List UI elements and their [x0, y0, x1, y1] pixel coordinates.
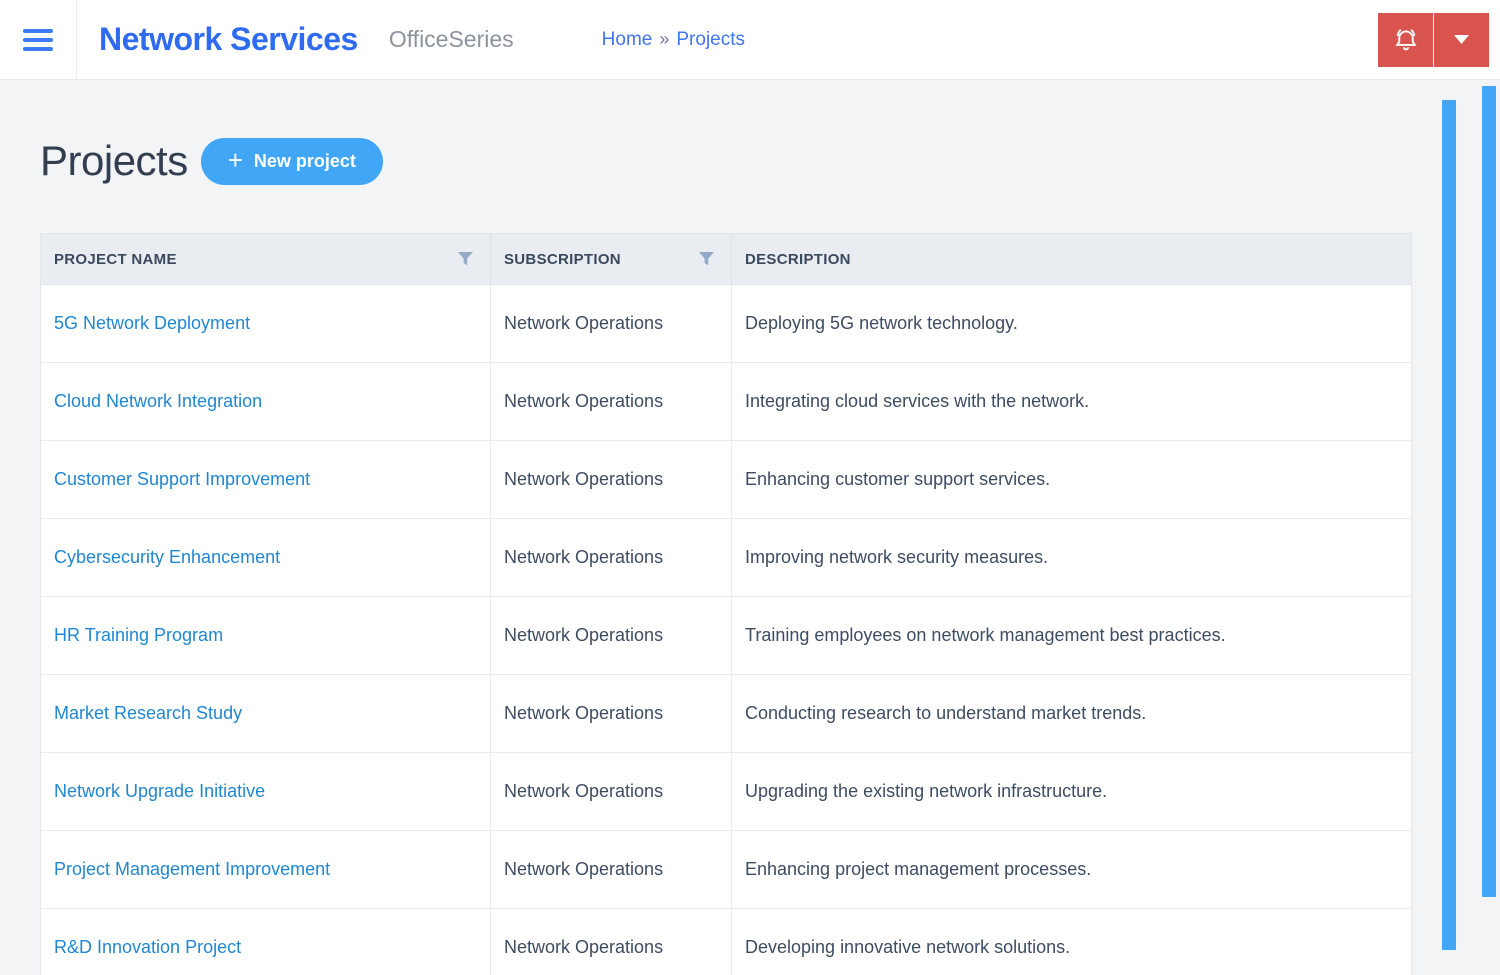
- page-title: Projects: [40, 137, 188, 185]
- subscription-cell: Network Operations: [491, 441, 732, 519]
- project-name-cell: Cloud Network Integration: [41, 363, 491, 441]
- project-name-link[interactable]: Project Management Improvement: [54, 859, 330, 879]
- table-row: Customer Support Improvement Network Oper…: [41, 441, 1412, 519]
- table-header-row: PROJECT NAME SUBSCRIPTION DESCRIPTION: [41, 234, 1412, 285]
- suite-name: OfficeSeries: [389, 26, 514, 53]
- description-cell: Improving network security measures.: [732, 519, 1412, 597]
- subscription-cell: Network Operations: [491, 285, 732, 363]
- description-cell: Enhancing customer support services.: [732, 441, 1412, 519]
- notifications-button[interactable]: [1378, 13, 1433, 67]
- project-name-cell: Network Upgrade Initiative: [41, 753, 491, 831]
- column-header-label: SUBSCRIPTION: [504, 251, 621, 268]
- table-row: HR Training Program Network OperationsTra…: [41, 597, 1412, 675]
- table-row: Network Upgrade Initiative Network Operat…: [41, 753, 1412, 831]
- projects-table-container: PROJECT NAME SUBSCRIPTION DESCRIPTION 5G…: [40, 233, 1412, 975]
- hamburger-icon: [23, 29, 53, 51]
- table-row: R&D Innovation Project Network Operations…: [41, 909, 1412, 975]
- filter-icon[interactable]: [457, 251, 474, 267]
- subscription-cell: Network Operations: [491, 753, 732, 831]
- description-cell: Integrating cloud services with the netw…: [732, 363, 1412, 441]
- column-header-subscription: SUBSCRIPTION: [491, 234, 732, 285]
- subscription-cell: Network Operations: [491, 597, 732, 675]
- column-header-description: DESCRIPTION: [732, 234, 1412, 285]
- header-actions: [1378, 13, 1489, 67]
- breadcrumb-home-link[interactable]: Home: [602, 29, 653, 51]
- description-cell: Deploying 5G network technology.: [732, 285, 1412, 363]
- project-name-link[interactable]: Network Upgrade Initiative: [54, 781, 265, 801]
- project-name-link[interactable]: HR Training Program: [54, 625, 223, 645]
- project-name-cell: HR Training Program: [41, 597, 491, 675]
- menu-button[interactable]: [0, 0, 77, 79]
- funnel-icon: [698, 251, 715, 267]
- subscription-cell: Network Operations: [491, 363, 732, 441]
- project-name-cell: Market Research Study: [41, 675, 491, 753]
- project-name-cell: Cybersecurity Enhancement: [41, 519, 491, 597]
- description-cell: Training employees on network management…: [732, 597, 1412, 675]
- project-name-cell: 5G Network Deployment: [41, 285, 491, 363]
- project-name-link[interactable]: 5G Network Deployment: [54, 313, 250, 333]
- project-name-cell: R&D Innovation Project: [41, 909, 491, 975]
- project-name-link[interactable]: Cybersecurity Enhancement: [54, 547, 280, 567]
- project-name-cell: Customer Support Improvement: [41, 441, 491, 519]
- breadcrumb: Home » Projects: [602, 29, 745, 51]
- project-name-link[interactable]: R&D Innovation Project: [54, 937, 241, 957]
- subscription-cell: Network Operations: [491, 909, 732, 975]
- description-cell: Developing innovative network solutions.: [732, 909, 1412, 975]
- table-row: Cloud Network Integration Network Operati…: [41, 363, 1412, 441]
- project-name-link[interactable]: Customer Support Improvement: [54, 469, 310, 489]
- subscription-cell: Network Operations: [491, 675, 732, 753]
- page-heading: Projects + New project: [40, 137, 1500, 185]
- new-project-label: New project: [254, 151, 356, 172]
- app-title: Network Services: [99, 21, 358, 58]
- table-row: Cybersecurity Enhancement Network Operati…: [41, 519, 1412, 597]
- column-header-label: DESCRIPTION: [745, 251, 851, 268]
- bell-icon: [1391, 25, 1421, 55]
- description-cell: Conducting research to understand market…: [732, 675, 1412, 753]
- top-header-bar: Network Services OfficeSeries Home » Pro…: [0, 0, 1500, 80]
- project-name-link[interactable]: Market Research Study: [54, 703, 242, 723]
- funnel-icon: [457, 251, 474, 267]
- project-name-cell: Project Management Improvement: [41, 831, 491, 909]
- outer-scrollbar-thumb[interactable]: [1482, 86, 1496, 897]
- subscription-cell: Network Operations: [491, 519, 732, 597]
- table-row: Project Management Improvement Network Op…: [41, 831, 1412, 909]
- inner-scrollbar-thumb[interactable]: [1442, 100, 1456, 950]
- projects-table: PROJECT NAME SUBSCRIPTION DESCRIPTION 5G…: [40, 233, 1412, 975]
- project-name-link[interactable]: Cloud Network Integration: [54, 391, 262, 411]
- caret-down-icon: [1454, 35, 1469, 44]
- column-header-project-name: PROJECT NAME: [41, 234, 491, 285]
- subscription-cell: Network Operations: [491, 831, 732, 909]
- breadcrumb-separator: »: [659, 29, 669, 50]
- description-cell: Upgrading the existing network infrastru…: [732, 753, 1412, 831]
- plus-icon: +: [228, 147, 243, 173]
- table-row: Market Research Study Network OperationsC…: [41, 675, 1412, 753]
- breadcrumb-projects-link[interactable]: Projects: [676, 29, 745, 51]
- new-project-button[interactable]: + New project: [201, 138, 383, 185]
- description-cell: Enhancing project management processes.: [732, 831, 1412, 909]
- table-row: 5G Network Deployment Network OperationsD…: [41, 285, 1412, 363]
- filter-icon[interactable]: [698, 251, 715, 267]
- column-header-label: PROJECT NAME: [54, 251, 177, 268]
- account-menu-button[interactable]: [1434, 13, 1489, 67]
